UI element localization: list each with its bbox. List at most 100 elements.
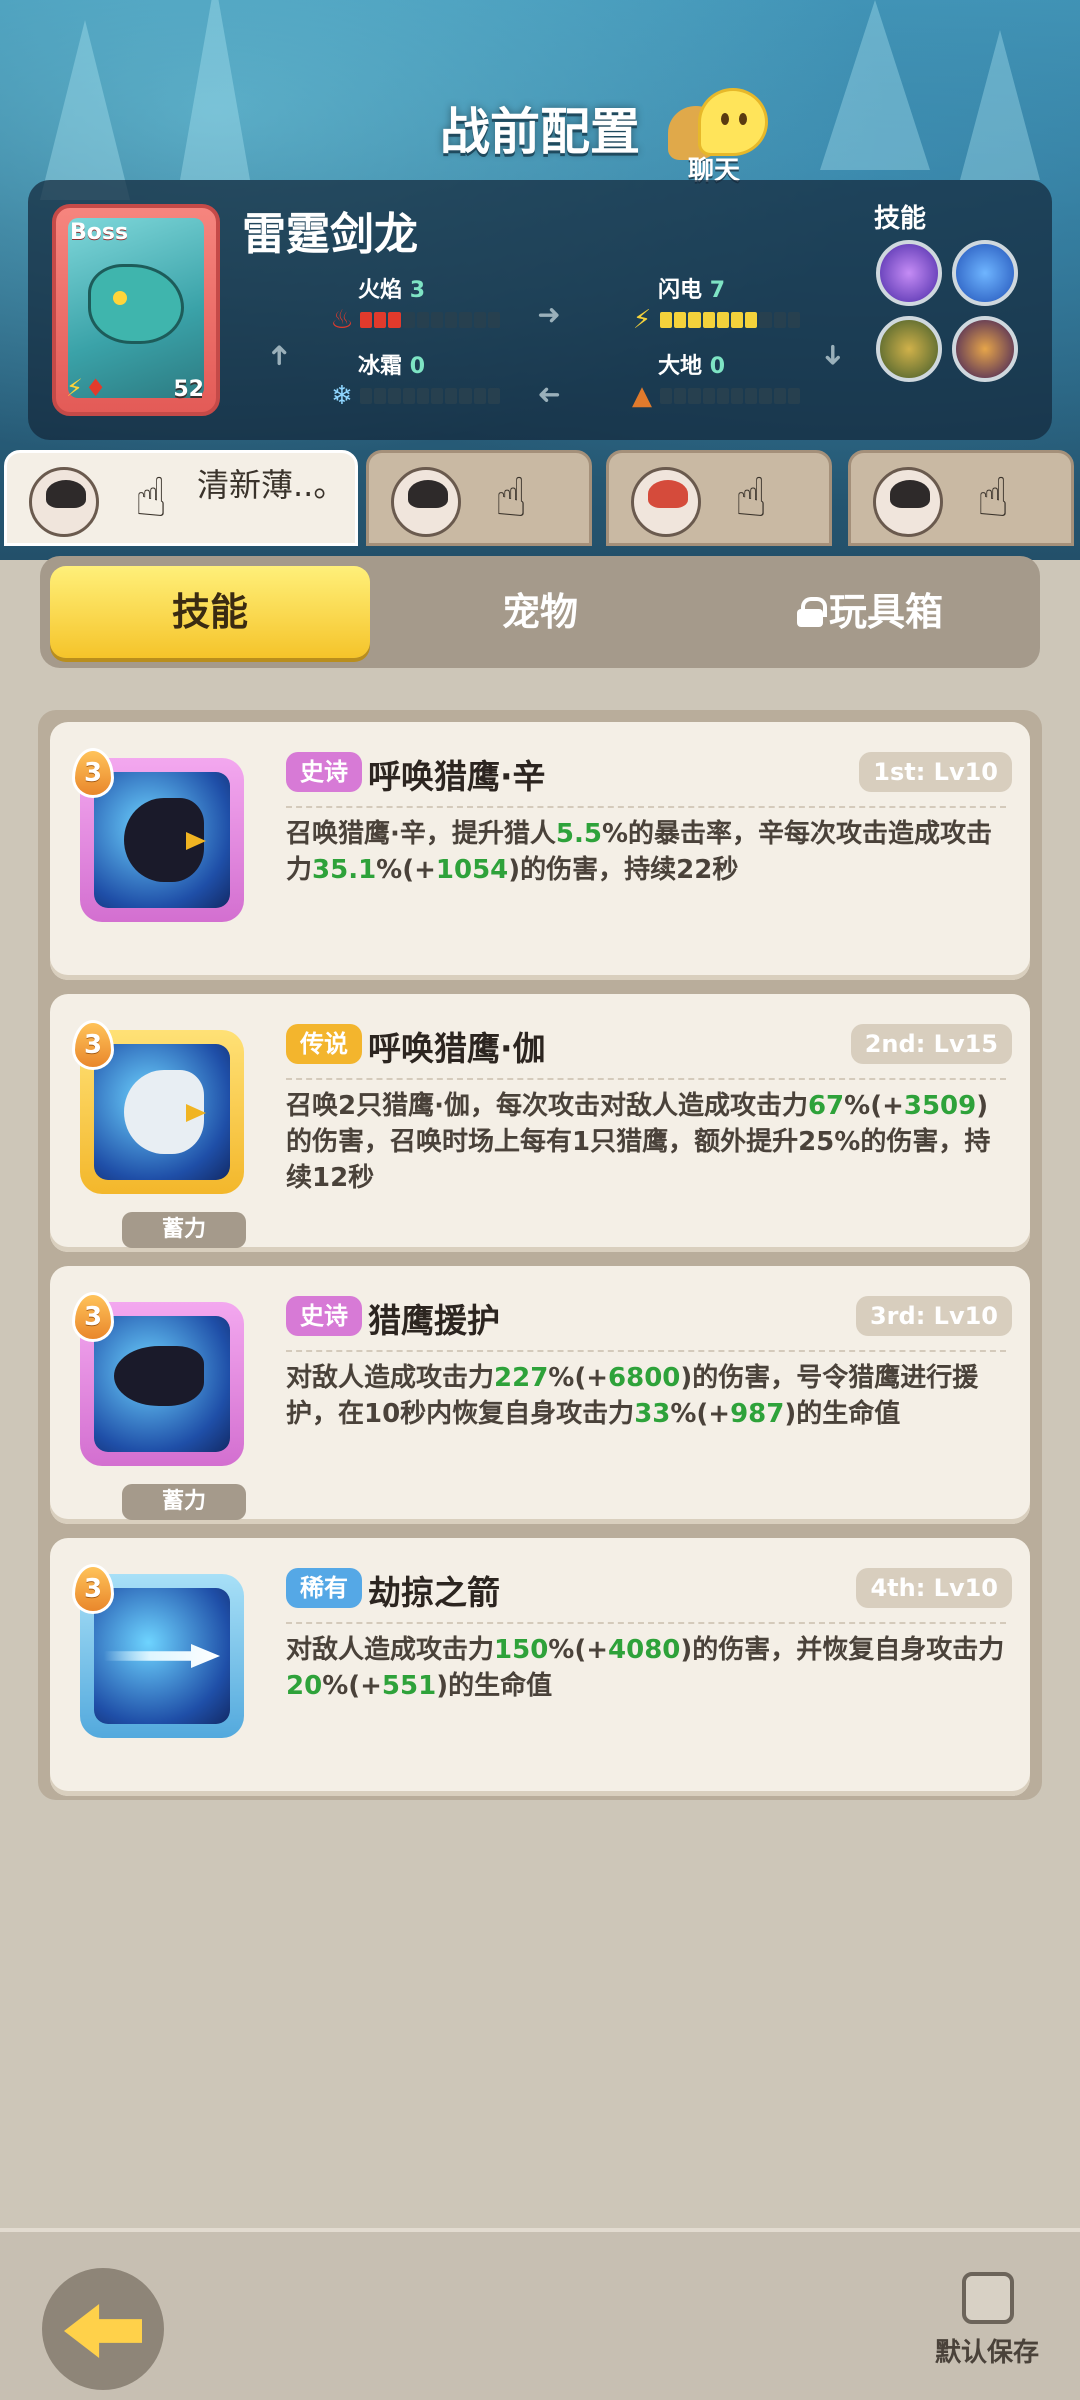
divider — [286, 1078, 1006, 1080]
smiley-icon — [698, 88, 768, 156]
player-tab-1[interactable]: ☝ 清新薄..。 — [4, 450, 358, 546]
mode-tab-bar: 技能 宠物 玩具箱 — [40, 556, 1040, 668]
charge-badge: 蓄力 — [122, 1484, 246, 1520]
skill-card[interactable]: 3 蓄力 传说 呼唤猎鹰·伽 2nd: Lv15 召唤2只猎鹰·伽，每次攻击对敌… — [50, 994, 1030, 1252]
default-save-checkbox[interactable] — [962, 2272, 1014, 2324]
skill-name: 猎鹰援护 — [368, 1301, 500, 1340]
divider — [286, 806, 1006, 808]
boss-element-icons: ⚡♦ — [66, 374, 106, 402]
skill-card[interactable]: 3 史诗 呼唤猎鹰·辛 1st: Lv10 召唤猎鹰·辛，提升猎人5.5%的暴击… — [50, 722, 1030, 980]
skill-description: 对敌人造成攻击力227%(+6800)的伤害，号令猎鹰进行援护，在10秒内恢复自… — [286, 1360, 1006, 1432]
element-bar-segment — [388, 388, 401, 404]
skill-name: 呼唤猎鹰·辛 — [368, 757, 546, 796]
element-bar-segment — [374, 388, 387, 404]
desc-text: 召唤2只猎鹰·伽，每次攻击对敌人造成攻击力 — [286, 1091, 808, 1121]
element-bar-segment — [674, 312, 687, 328]
falcon-shape — [114, 1346, 204, 1406]
skill-slot-level: 3rd: Lv10 — [855, 1296, 1012, 1336]
element-value: 3 — [409, 278, 425, 303]
element-label: 火焰 — [358, 278, 403, 303]
tab-toybox-label: 玩具箱 — [828, 590, 943, 634]
falcon-xin-icon — [94, 772, 230, 908]
boss-skill-lightning-icon[interactable] — [952, 240, 1018, 306]
skill-description: 召唤猎鹰·辛，提升猎人5.5%的暴击率，辛每次攻击造成攻击力35.1%(+105… — [286, 816, 1006, 888]
element-bar-segment — [787, 388, 801, 404]
skill-count-badge: 3 — [72, 748, 114, 798]
element-bar-segment — [716, 312, 730, 328]
skill-description: 对敌人造成攻击力150%(+4080)的伤害，并恢复自身攻击力20%(+551)… — [286, 1632, 1006, 1704]
stat-value: 227 — [494, 1363, 549, 1393]
avatar — [29, 467, 99, 537]
element-earth: 大地 0 ▲ — [628, 348, 818, 410]
skill-count-badge: 3 — [72, 1292, 114, 1342]
stat-value: 33 — [634, 1399, 671, 1429]
player-tab-2[interactable]: ☝ — [366, 450, 592, 546]
element-bar-segment — [759, 388, 772, 404]
charge-badge: 蓄力 — [122, 1212, 246, 1248]
tab-toybox[interactable]: 玩具箱 — [720, 566, 1020, 658]
player-name: 清新薄..。 — [197, 466, 346, 504]
boss-tag: Boss — [70, 220, 129, 245]
avatar — [391, 467, 461, 537]
stat-value: 35.1 — [312, 855, 377, 885]
stat-value: 3509 — [903, 1091, 977, 1121]
skill-name: 劫掠之箭 — [368, 1573, 500, 1612]
element-bar-segment — [487, 388, 501, 404]
rarity-badge: 传说 — [286, 1024, 362, 1064]
stat-value: 6800 — [608, 1363, 681, 1393]
skill-card[interactable]: 3 稀有 劫掠之箭 4th: Lv10 对敌人造成攻击力150%(+4080)的… — [50, 1538, 1030, 1796]
stat-value: 551 — [381, 1671, 437, 1701]
lightning-icon: ⚡ — [632, 305, 652, 335]
tab-pets[interactable]: 宠物 — [410, 566, 670, 658]
snowflake-icon: ❄ — [331, 381, 353, 411]
element-bar-segment — [487, 312, 501, 328]
boss-skill-swirl-icon[interactable] — [876, 240, 942, 306]
stat-value: 150 — [494, 1635, 549, 1665]
thumbs-up-icon: ☝ — [134, 466, 168, 529]
element-value: 7 — [709, 278, 725, 303]
element-value: 0 — [409, 354, 425, 379]
element-frost: 冰霜 0 ❄ — [328, 348, 518, 410]
element-bar-segment — [402, 312, 415, 328]
element-bar-segment — [716, 388, 730, 404]
element-bar-segment — [674, 388, 687, 404]
fire-icon: ♨ — [330, 305, 354, 335]
bottom-bar: 默认保存 — [0, 2228, 1080, 2400]
element-bar-segment — [431, 312, 444, 328]
element-bar-segment — [702, 312, 715, 328]
boss-skill-shadow-icon[interactable] — [952, 316, 1018, 382]
back-arrow-icon — [64, 2304, 142, 2358]
element-label: 大地 — [658, 354, 703, 379]
divider — [286, 1350, 1006, 1352]
back-button[interactable] — [42, 2268, 164, 2390]
tab-skills[interactable]: 技能 — [50, 566, 370, 658]
boss-card[interactable]: Boss ⚡♦ 52 — [52, 204, 220, 416]
element-bar — [660, 388, 801, 404]
skill-slot-level: 1st: Lv10 — [859, 752, 1012, 792]
element-bar-segment — [445, 388, 458, 404]
element-bar-segment — [702, 388, 715, 404]
element-bar-segment — [773, 388, 786, 404]
element-bar-segment — [745, 388, 758, 404]
element-bar-segment — [360, 388, 373, 404]
falcon-support-icon — [94, 1316, 230, 1452]
plunder-arrow-icon — [94, 1588, 230, 1724]
boss-skills-label: 技能 — [874, 204, 927, 234]
element-bar-segment — [787, 312, 801, 328]
player-tab-3[interactable]: ☝ — [606, 450, 832, 546]
thumbs-up-icon: ☝ — [734, 466, 768, 529]
player-tab-4[interactable]: ☝ — [848, 450, 1074, 546]
element-bar-segment — [660, 388, 673, 404]
element-bar-segment — [759, 312, 772, 328]
avatar — [631, 467, 701, 537]
rarity-badge: 稀有 — [286, 1568, 362, 1608]
element-bar-segment — [731, 388, 744, 404]
boss-skill-monster-icon[interactable] — [876, 316, 942, 382]
desc-text: 召唤猎鹰·辛，提升猎人 — [286, 819, 556, 849]
chat-button[interactable]: 聊天 — [668, 84, 788, 186]
desc-text: )的生命值 — [784, 1399, 901, 1429]
skill-card[interactable]: 3 蓄力 史诗 猎鹰援护 3rd: Lv10 对敌人造成攻击力227%(+680… — [50, 1266, 1030, 1524]
boss-portrait — [68, 218, 204, 398]
desc-text: %(+ — [844, 1091, 904, 1121]
element-bar — [660, 312, 801, 328]
